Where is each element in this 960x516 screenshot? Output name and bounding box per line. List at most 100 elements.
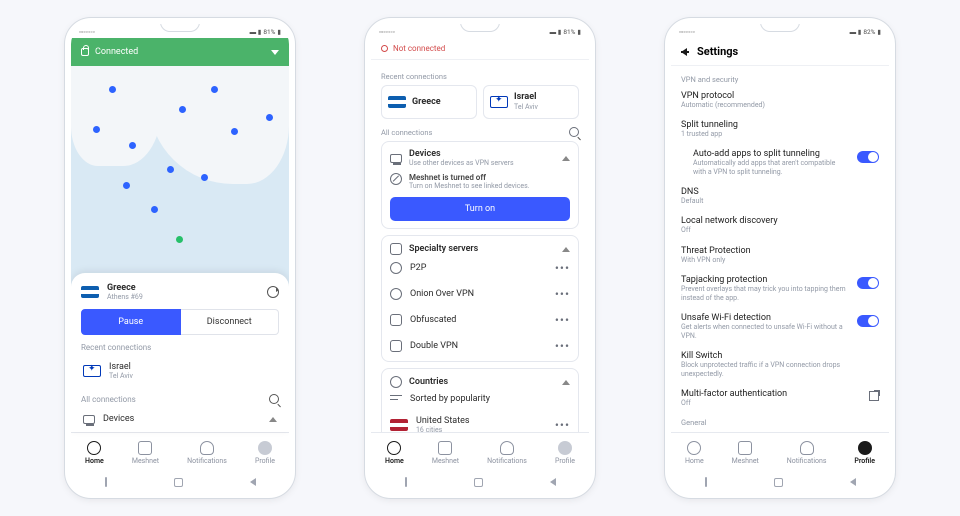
recents-button[interactable] bbox=[405, 477, 407, 487]
bell-icon bbox=[500, 441, 514, 455]
back-button[interactable] bbox=[850, 478, 856, 486]
current-country: Greece bbox=[107, 283, 136, 293]
setting-autoadd-split[interactable]: Auto-add apps to split tunnelingAutomati… bbox=[681, 144, 879, 182]
nav-profile[interactable]: Profile bbox=[255, 441, 275, 465]
search-icon[interactable] bbox=[569, 127, 579, 137]
setting-sub: Off bbox=[681, 399, 861, 408]
sort-row[interactable]: Sorted by popularity bbox=[390, 388, 570, 410]
toggle-on[interactable] bbox=[857, 277, 879, 289]
flag-israel-icon bbox=[83, 365, 101, 377]
back-button[interactable] bbox=[550, 478, 556, 486]
back-arrow-icon[interactable] bbox=[681, 48, 687, 56]
map-server-dot[interactable] bbox=[123, 182, 130, 189]
setting-split-tunneling[interactable]: Split tunneling1 trusted app bbox=[681, 115, 879, 144]
connection-status-bar[interactable]: Not connected bbox=[371, 38, 589, 60]
server-label: Obfuscated bbox=[410, 315, 456, 325]
current-server-row[interactable]: Greece Athens #69 bbox=[81, 283, 279, 301]
setting-title: Tapjacking protection bbox=[681, 275, 849, 285]
setting-dns[interactable]: DNSDefault bbox=[681, 182, 879, 211]
disconnect-button[interactable]: Disconnect bbox=[181, 309, 280, 335]
nav-meshnet[interactable]: Meshnet bbox=[732, 441, 759, 465]
server-obfuscated[interactable]: Obfuscated ••• bbox=[390, 307, 570, 333]
setting-local-network[interactable]: Local network discoveryOff bbox=[681, 211, 879, 240]
more-icon[interactable]: ••• bbox=[555, 287, 570, 301]
connection-status-bar[interactable]: Connected bbox=[71, 38, 289, 66]
devices-header[interactable]: DevicesUse other devices as VPN servers bbox=[390, 149, 570, 167]
recents-button[interactable] bbox=[105, 477, 107, 487]
map-current-server-dot[interactable] bbox=[176, 236, 183, 243]
setting-tapjacking[interactable]: Tapjacking protectionPrevent overlays th… bbox=[681, 270, 879, 308]
map-server-dot[interactable] bbox=[179, 106, 186, 113]
refresh-icon[interactable] bbox=[267, 286, 279, 298]
toggle-on[interactable] bbox=[857, 151, 879, 163]
setting-mfa[interactable]: Multi-factor authenticationOff bbox=[681, 384, 879, 413]
more-icon[interactable]: ••• bbox=[555, 261, 570, 275]
more-icon[interactable]: ••• bbox=[555, 339, 570, 353]
setting-sub: Prevent overlays that may trick you into… bbox=[681, 285, 849, 303]
setting-vpn-protocol[interactable]: VPN protocolAutomatic (recommended) bbox=[681, 86, 879, 115]
setting-unsafe-wifi[interactable]: Unsafe Wi-Fi detectionGet alerts when co… bbox=[681, 308, 879, 346]
toggle-on[interactable] bbox=[857, 315, 879, 327]
nav-meshnet[interactable]: Meshnet bbox=[132, 441, 159, 465]
country-us[interactable]: United States16 cities••• bbox=[390, 410, 570, 432]
map-server-dot[interactable] bbox=[129, 142, 136, 149]
status-icons-left: ◦▫◦◦◦◦◦ bbox=[79, 28, 95, 36]
devices-row[interactable]: Devices bbox=[81, 408, 279, 430]
search-icon[interactable] bbox=[269, 394, 279, 404]
nav-home[interactable]: Home bbox=[385, 441, 404, 465]
nav-notifications[interactable]: Notifications bbox=[787, 441, 827, 465]
map-server-dot[interactable] bbox=[231, 128, 238, 135]
nav-profile[interactable]: Profile bbox=[854, 441, 875, 465]
nav-meshnet-label: Meshnet bbox=[732, 457, 759, 465]
home-button[interactable] bbox=[174, 478, 183, 487]
more-icon[interactable]: ••• bbox=[555, 313, 570, 327]
map-server-dot[interactable] bbox=[93, 126, 100, 133]
nav-home[interactable]: Home bbox=[85, 441, 104, 465]
p2p-icon bbox=[390, 262, 402, 274]
nav-notifications[interactable]: Notifications bbox=[187, 441, 227, 465]
server-map[interactable]: Greece Athens #69 Pause Disconnect Recen… bbox=[71, 66, 289, 432]
map-server-dot[interactable] bbox=[151, 206, 158, 213]
back-button[interactable] bbox=[250, 478, 256, 486]
nav-meshnet[interactable]: Meshnet bbox=[432, 441, 459, 465]
specialty-header[interactable]: Specialty servers bbox=[390, 243, 570, 255]
home-button[interactable] bbox=[474, 478, 483, 487]
server-onion[interactable]: Onion Over VPN••• bbox=[390, 281, 570, 307]
nav-notifications[interactable]: Notifications bbox=[487, 441, 527, 465]
map-server-dot[interactable] bbox=[167, 166, 174, 173]
nav-home[interactable]: Home bbox=[685, 441, 704, 465]
nav-home-label: Home bbox=[85, 457, 104, 465]
devices-icon bbox=[390, 154, 402, 163]
signal-icon: ▬ ▮ bbox=[250, 28, 262, 36]
nav-profile-label: Profile bbox=[255, 457, 275, 465]
map-server-dot[interactable] bbox=[211, 86, 218, 93]
more-icon[interactable]: ••• bbox=[555, 418, 570, 432]
pause-button[interactable]: Pause bbox=[81, 309, 181, 335]
recent-city: Tel Aviv bbox=[514, 103, 538, 111]
map-server-dot[interactable] bbox=[109, 86, 116, 93]
connected-label: Connected bbox=[95, 47, 138, 57]
server-double-vpn[interactable]: Double VPN••• bbox=[390, 333, 570, 359]
android-nav-bar bbox=[71, 472, 289, 492]
map-server-dot[interactable] bbox=[266, 114, 273, 121]
recents-button[interactable] bbox=[705, 477, 707, 487]
setting-title: Auto-add apps to split tunneling bbox=[693, 149, 849, 159]
setting-sub: Block unprotected traffic if a VPN conne… bbox=[681, 361, 879, 379]
nav-profile[interactable]: Profile bbox=[555, 441, 575, 465]
recent-tile-israel[interactable]: IsraelTel Aviv bbox=[483, 85, 579, 119]
countries-panel: Countries Sorted by popularity United St… bbox=[381, 368, 579, 432]
turn-on-button[interactable]: Turn on bbox=[390, 197, 570, 221]
recent-country: Israel bbox=[514, 92, 538, 102]
globe-icon bbox=[687, 441, 701, 455]
nav-notifications-label: Notifications bbox=[787, 457, 827, 465]
setting-threat-protection[interactable]: Threat ProtectionWith VPN only bbox=[681, 241, 879, 270]
map-server-dot[interactable] bbox=[201, 174, 208, 181]
recent-tile-greece[interactable]: Greece bbox=[381, 85, 477, 119]
home-button[interactable] bbox=[774, 478, 783, 487]
countries-header[interactable]: Countries bbox=[390, 376, 570, 388]
server-p2p[interactable]: P2P••• bbox=[390, 255, 570, 281]
disabled-icon bbox=[390, 173, 402, 185]
flag-israel-icon bbox=[490, 96, 508, 108]
recent-item-israel[interactable]: Israel Tel Aviv bbox=[81, 356, 279, 386]
setting-kill-switch[interactable]: Kill SwitchBlock unprotected traffic if … bbox=[681, 346, 879, 384]
